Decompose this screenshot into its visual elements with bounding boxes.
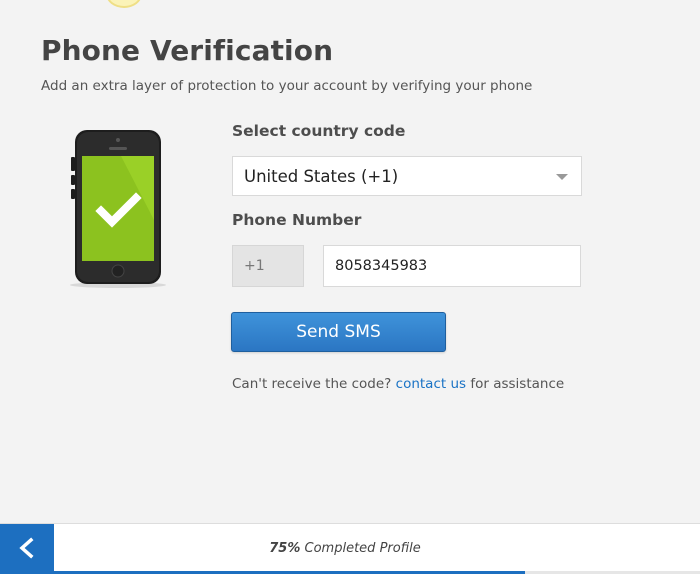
country-code-label: Select country code: [232, 122, 406, 140]
badge-icon: [106, 0, 142, 8]
send-sms-button[interactable]: Send SMS: [231, 312, 446, 352]
progress-percent: 75%: [269, 541, 301, 556]
phone-check-icon: [66, 125, 170, 290]
help-text-after: for assistance: [470, 376, 565, 392]
progress-label: 75% Completed Profile: [0, 541, 690, 556]
phone-verification-page: Phone Verification Add an extra layer of…: [0, 0, 700, 574]
contact-us-link[interactable]: contact us: [396, 376, 466, 392]
help-text: Can't receive the code? contact us for a…: [232, 376, 564, 392]
progress-caption: Completed Profile: [304, 541, 421, 556]
chevron-down-icon: [556, 174, 568, 180]
country-code-select[interactable]: United States (+1): [232, 156, 582, 196]
help-text-before: Can't receive the code?: [232, 376, 392, 392]
phone-number-input[interactable]: [323, 245, 581, 287]
page-subtitle: Add an extra layer of protection to your…: [41, 78, 533, 94]
footer-bar: 75% Completed Profile: [0, 523, 700, 574]
page-title: Phone Verification: [41, 34, 334, 67]
phone-number-label: Phone Number: [232, 211, 362, 229]
dial-prefix: +1: [232, 245, 304, 287]
country-code-value: United States (+1): [244, 166, 399, 186]
